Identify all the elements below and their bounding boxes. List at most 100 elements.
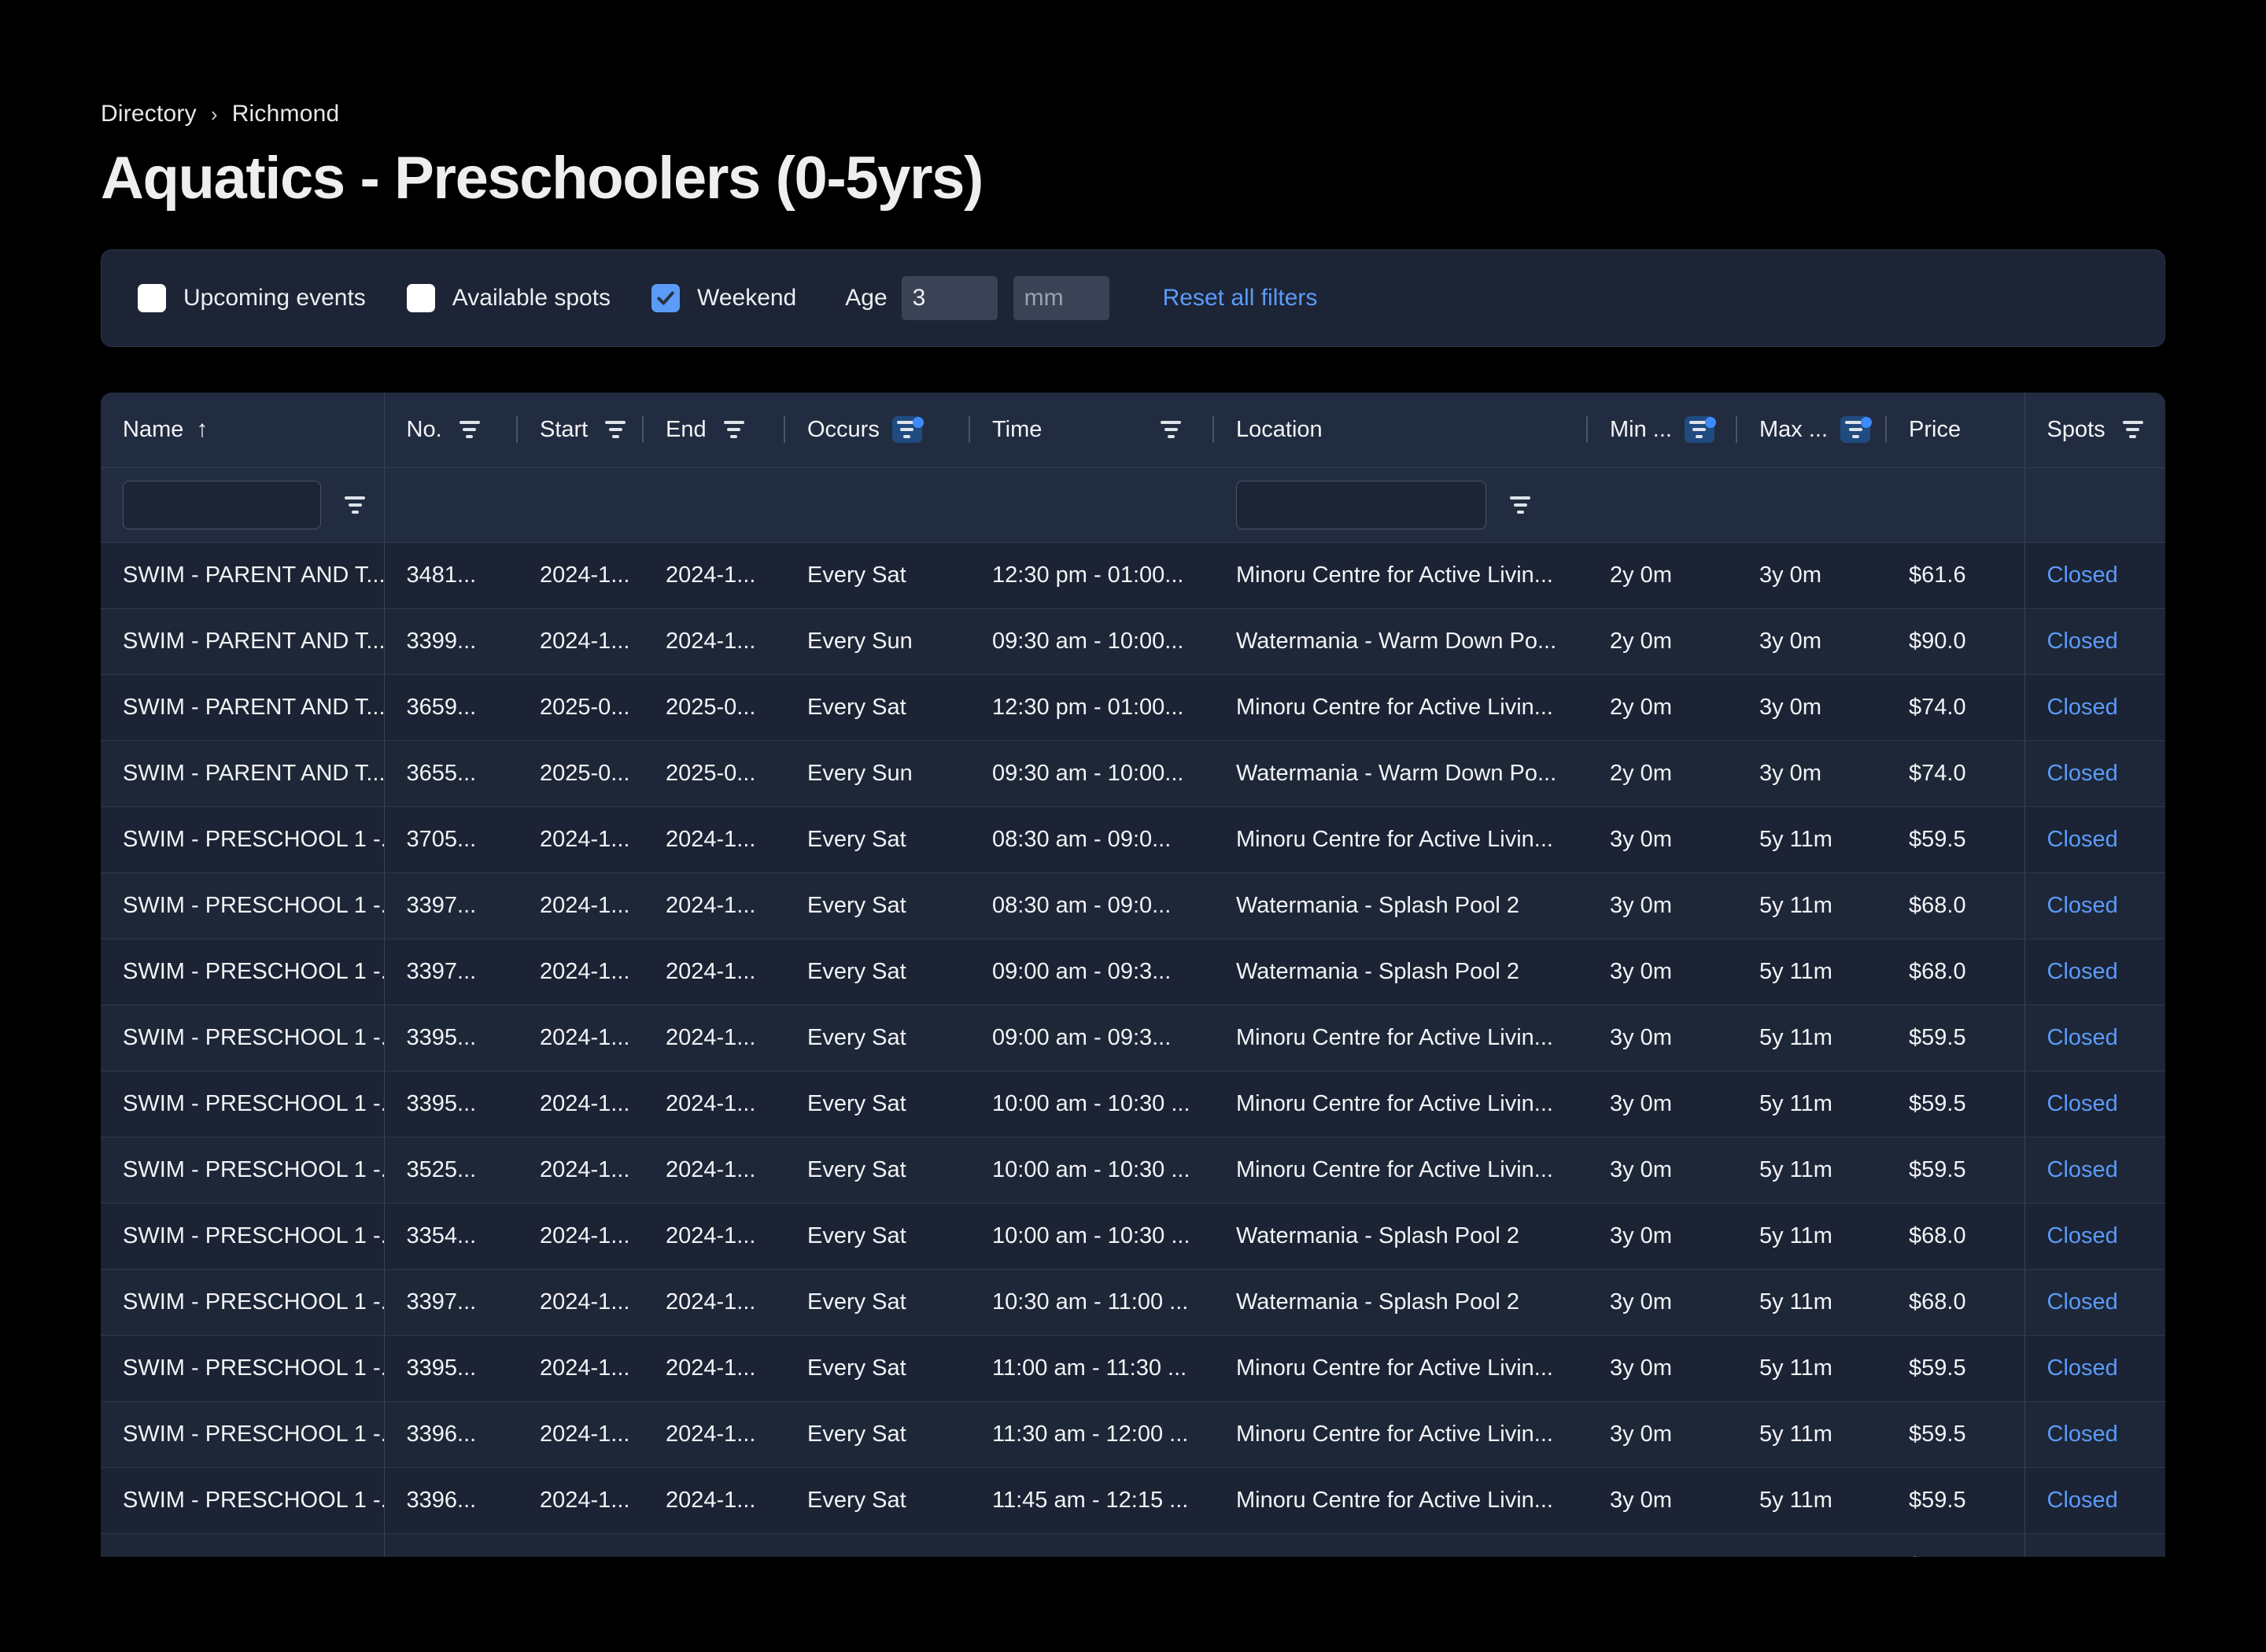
checkbox-upcoming-events[interactable] bbox=[138, 284, 166, 313]
checkbox-weekend[interactable] bbox=[651, 284, 681, 313]
filter-icon-start[interactable] bbox=[600, 416, 630, 443]
spots-status-link[interactable]: Closed bbox=[2047, 959, 2118, 984]
column-header-time[interactable]: Time bbox=[970, 393, 1214, 468]
column-header-no[interactable]: No. bbox=[384, 393, 518, 468]
schedule-table: Name ↑ No. Start End Occurs Time Locatio… bbox=[101, 393, 2165, 1558]
spots-status-link[interactable]: Closed bbox=[2047, 1289, 2118, 1315]
cell-occurs: Every Sat bbox=[785, 938, 970, 1005]
cell-price: $59.5 bbox=[1887, 1533, 2025, 1558]
age-months-input[interactable] bbox=[1013, 276, 1109, 321]
column-header-price[interactable]: Price bbox=[1887, 393, 2025, 468]
breadcrumb: Directory › Richmond bbox=[101, 0, 2165, 127]
spots-status-link[interactable]: Closed bbox=[2047, 562, 2118, 588]
table-row[interactable]: SWIM - PRESCHOOL 1 -... 3396... 2024-1... 2… bbox=[101, 1467, 2165, 1534]
filter-icon-max-age[interactable] bbox=[1840, 416, 1873, 444]
breadcrumb-item-richmond[interactable]: Richmond bbox=[232, 101, 340, 127]
table-row[interactable]: SWIM - PRESCHOOL 1 -...3395...2024-1...2… bbox=[101, 1335, 2165, 1402]
spots-status-link[interactable]: Closed bbox=[2047, 695, 2118, 720]
cell-location: Minoru Centre for Active Livin... bbox=[1214, 1005, 1588, 1071]
location-filter-input[interactable] bbox=[1236, 480, 1486, 529]
cell-location: Minoru Centre for Active Livin... bbox=[1214, 1533, 1588, 1558]
sort-ascending-icon[interactable]: ↑ bbox=[196, 418, 208, 441]
cell-occurs: Every Sat bbox=[785, 1137, 970, 1204]
spots-status-link[interactable]: Closed bbox=[2047, 1488, 2118, 1513]
cell-occurs: Every Sat bbox=[785, 1071, 970, 1138]
spots-status-link[interactable]: Closed bbox=[2047, 893, 2118, 918]
cell-max: 3y 0m bbox=[1737, 542, 1887, 609]
table-row[interactable]: SWIM - PRESCHOOL 1 -... 3525... 2024-1... 2… bbox=[101, 1137, 2165, 1204]
cell-time: 10:00 am - 10:30 ... bbox=[970, 1203, 1214, 1270]
table-row[interactable]: SWIM - PARENT AND T... 3481... 2024-1... 20… bbox=[101, 542, 2165, 609]
filter-icon-end[interactable] bbox=[719, 416, 749, 443]
cell-end: 2024-1... bbox=[644, 1401, 785, 1468]
column-header-start[interactable]: Start bbox=[518, 393, 644, 468]
cell-price: $74.0 bbox=[1887, 740, 2025, 807]
column-header-start-label: Start bbox=[540, 416, 589, 442]
filter-active-badge bbox=[1704, 417, 1716, 429]
table-row[interactable]: SWIM - PRESCHOOL 1 -...3395...2024-1...2… bbox=[101, 1005, 2165, 1071]
table-row[interactable]: SWIM - PRESCHOOL 1 -... 3397... 2024-1... 2… bbox=[101, 938, 2165, 1005]
filter-icon-no[interactable] bbox=[455, 416, 485, 443]
filter-icon-time[interactable] bbox=[1156, 416, 1186, 443]
spots-status-link[interactable]: Closed bbox=[2047, 1091, 2118, 1116]
cell-min: 2y 0m bbox=[1588, 608, 1737, 675]
cell-occurs: Every Sat bbox=[785, 806, 970, 873]
cell-start: 2024-1... bbox=[518, 938, 644, 1005]
breadcrumb-item-directory[interactable]: Directory bbox=[101, 101, 197, 127]
table-row[interactable]: SWIM - PARENT AND T... 3399... 2024-1... 20… bbox=[101, 608, 2165, 675]
filter-icon-name[interactable] bbox=[340, 492, 370, 518]
age-years-input[interactable] bbox=[901, 276, 998, 321]
spots-status-link[interactable]: Closed bbox=[2047, 827, 2118, 852]
cell-min: 2y 0m bbox=[1588, 740, 1737, 807]
filter-icon-spots[interactable] bbox=[2118, 416, 2148, 443]
spots-status-link[interactable]: Closed bbox=[2047, 1223, 2118, 1248]
column-header-end[interactable]: End bbox=[644, 393, 785, 468]
filter-upcoming-events[interactable]: Upcoming events bbox=[138, 284, 366, 313]
filter-icon-occurs[interactable] bbox=[891, 416, 924, 444]
table-row[interactable]: SWIM - PRESCHOOL 1 -... 3397... 2024-1... 2… bbox=[101, 1269, 2165, 1336]
cell-no: 3395... bbox=[384, 1071, 518, 1138]
cell-no: 3705... bbox=[384, 806, 518, 873]
column-header-occurs[interactable]: Occurs bbox=[785, 393, 970, 468]
table-row[interactable]: SWIM - PRESCHOOL 1 -... 3705... 2024-1... 2… bbox=[101, 806, 2165, 873]
column-header-spots[interactable]: Spots bbox=[2024, 393, 2165, 468]
filter-available-spots[interactable]: Available spots bbox=[406, 284, 611, 313]
spots-status-link[interactable]: Closed bbox=[2047, 1554, 2118, 1558]
column-header-end-label: End bbox=[666, 416, 707, 442]
column-header-min-age[interactable]: Min ... bbox=[1588, 393, 1737, 468]
cell-price: $68.0 bbox=[1887, 938, 2025, 1005]
table-row[interactable]: SWIM - PARENT AND T... 3655... 2025-0... 20… bbox=[101, 740, 2165, 807]
spots-status-link[interactable]: Closed bbox=[2047, 629, 2118, 654]
checkbox-available-spots[interactable] bbox=[406, 284, 435, 313]
column-header-max-age[interactable]: Max ... bbox=[1737, 393, 1887, 468]
cell-occurs: Every Sat bbox=[785, 1203, 970, 1270]
cell-location: Minoru Centre for Active Livin... bbox=[1214, 674, 1588, 741]
cell-min: 3y 0m bbox=[1588, 1137, 1737, 1204]
cell-max: 3y 0m bbox=[1737, 674, 1887, 741]
name-filter-input[interactable] bbox=[123, 480, 321, 529]
reset-all-filters-link[interactable]: Reset all filters bbox=[1163, 285, 1318, 312]
table-row[interactable]: SWIM - PRESCHOOL 1 -...3395...2024-1...2… bbox=[101, 1533, 2165, 1558]
cell-name: SWIM - PARENT AND T... bbox=[101, 542, 385, 609]
age-filter-label: Age bbox=[845, 285, 888, 312]
table-row[interactable]: SWIM - PRESCHOOL 1 -... 3397... 2024-1... 2… bbox=[101, 872, 2165, 939]
table-row[interactable]: SWIM - PRESCHOOL 1 -... 3354... 2024-1... 2… bbox=[101, 1203, 2165, 1270]
filter-icon-location[interactable] bbox=[1505, 492, 1535, 518]
spots-status-link[interactable]: Closed bbox=[2047, 1025, 2118, 1050]
table-row[interactable]: SWIM - PRESCHOOL 1 -... 3396... 2024-1... 2… bbox=[101, 1401, 2165, 1468]
filter-weekend[interactable]: Weekend bbox=[651, 284, 796, 313]
spots-status-link[interactable]: Closed bbox=[2047, 761, 2118, 786]
spots-status-link[interactable]: Closed bbox=[2047, 1157, 2118, 1182]
filter-icon-min-age[interactable] bbox=[1684, 416, 1716, 444]
cell-time: 12:30 pm - 01:00... bbox=[970, 674, 1214, 741]
column-header-name[interactable]: Name ↑ bbox=[101, 393, 385, 468]
table-row[interactable]: SWIM - PRESCHOOL 1 -...3395...2024-1...2… bbox=[101, 1071, 2165, 1138]
table-row[interactable]: SWIM - PARENT AND T... 3659... 2025-0... 20… bbox=[101, 674, 2165, 741]
column-header-location[interactable]: Location bbox=[1214, 393, 1588, 468]
cell-spots: Closed bbox=[2024, 1005, 2165, 1071]
spots-status-link[interactable]: Closed bbox=[2047, 1355, 2118, 1381]
spots-status-link[interactable]: Closed bbox=[2047, 1422, 2118, 1447]
filter-cell-start bbox=[518, 467, 644, 543]
cell-time: 08:30 am - 09:0... bbox=[970, 872, 1214, 939]
cell-no: 3395... bbox=[384, 1005, 518, 1071]
